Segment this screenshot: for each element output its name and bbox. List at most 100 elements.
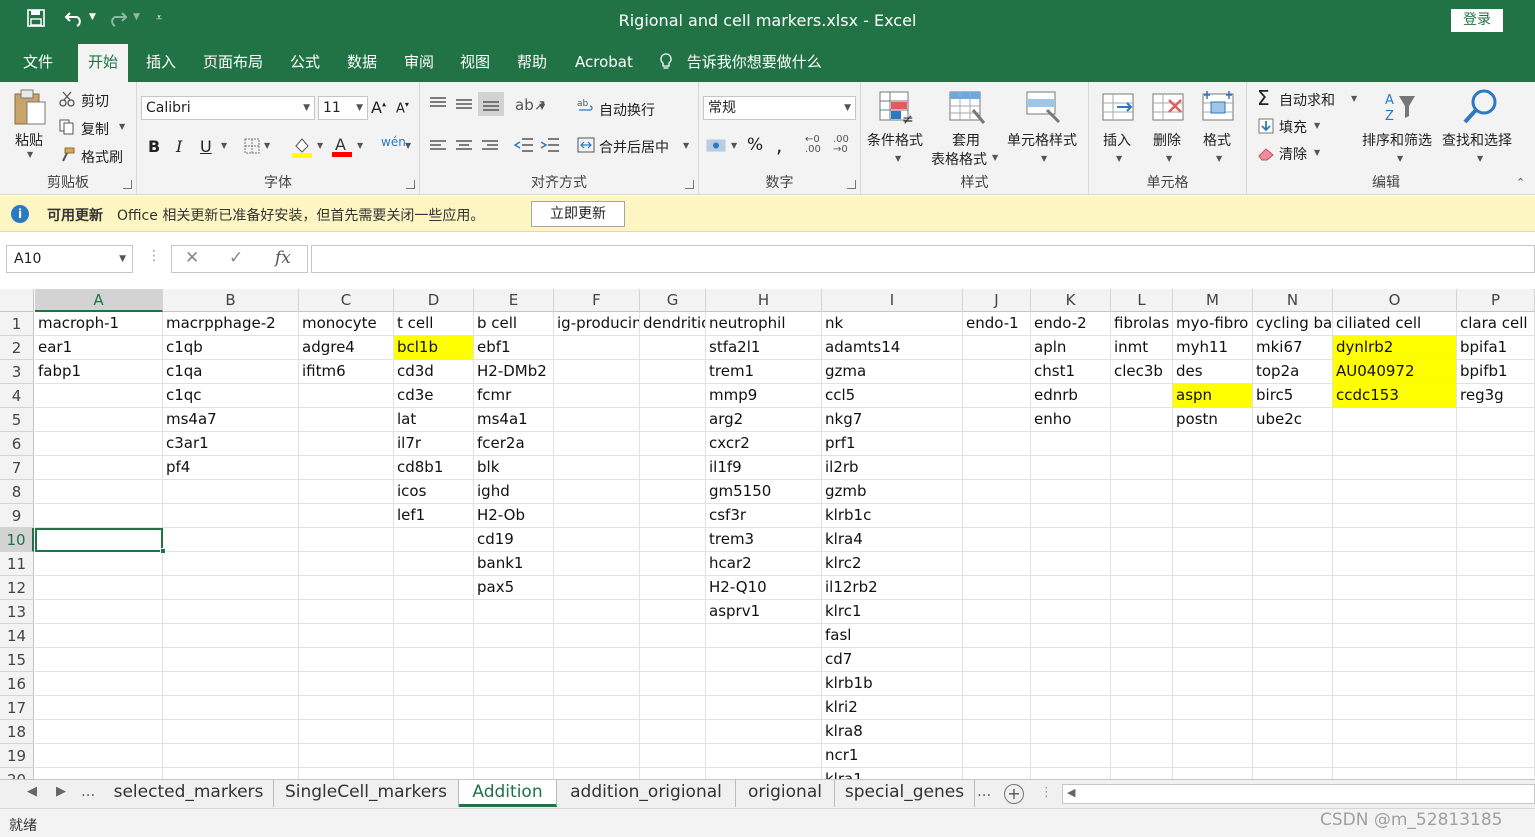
cell-l2[interactable]: inmt [1111, 336, 1173, 360]
cell-d10[interactable] [394, 528, 474, 552]
cell-b8[interactable] [163, 480, 299, 504]
cell-n8[interactable] [1253, 480, 1333, 504]
cell-n2[interactable]: mki67 [1253, 336, 1333, 360]
cell-d5[interactable]: lat [394, 408, 474, 432]
cell-a10[interactable] [35, 528, 163, 552]
cell-a9[interactable] [35, 504, 163, 528]
cell-f12[interactable] [554, 576, 640, 600]
cell-a3[interactable]: fabp1 [35, 360, 163, 384]
cell-a7[interactable] [35, 456, 163, 480]
cell-h3[interactable]: trem1 [706, 360, 822, 384]
column-header-p[interactable]: P [1457, 289, 1535, 312]
column-header-l[interactable]: L [1111, 289, 1173, 312]
row-header-7[interactable]: 7 [0, 456, 34, 480]
cell-j17[interactable] [963, 696, 1031, 720]
cell-p2[interactable]: bpifa1 [1457, 336, 1535, 360]
cell-n5[interactable]: ube2c [1253, 408, 1333, 432]
scroll-left-icon[interactable]: ◀ [1067, 786, 1075, 799]
cell-h12[interactable]: H2-Q10 [706, 576, 822, 600]
cell-d4[interactable]: cd3e [394, 384, 474, 408]
cell-p14[interactable] [1457, 624, 1535, 648]
row-header-3[interactable]: 3 [0, 360, 34, 384]
cell-k20[interactable] [1031, 768, 1111, 779]
cell-n9[interactable] [1253, 504, 1333, 528]
cell-h5[interactable]: arg2 [706, 408, 822, 432]
column-header-g[interactable]: G [640, 289, 706, 312]
cell-d12[interactable] [394, 576, 474, 600]
cell-g5[interactable] [640, 408, 706, 432]
cell-n1[interactable]: cycling bas [1253, 312, 1333, 336]
cell-i18[interactable]: klra8 [822, 720, 963, 744]
cell-k8[interactable] [1031, 480, 1111, 504]
row-header-8[interactable]: 8 [0, 480, 34, 504]
cell-a18[interactable] [35, 720, 163, 744]
cell-b18[interactable] [163, 720, 299, 744]
cell-b17[interactable] [163, 696, 299, 720]
cell-b3[interactable]: c1qa [163, 360, 299, 384]
cell-k11[interactable] [1031, 552, 1111, 576]
cell-g20[interactable] [640, 768, 706, 779]
sheet-tab-addition[interactable]: Addition [459, 780, 557, 807]
cell-m4[interactable]: aspn [1173, 384, 1253, 408]
cell-j9[interactable] [963, 504, 1031, 528]
cell-m11[interactable] [1173, 552, 1253, 576]
cell-m10[interactable] [1173, 528, 1253, 552]
row-header-5[interactable]: 5 [0, 408, 34, 432]
cell-a14[interactable] [35, 624, 163, 648]
cell-b14[interactable] [163, 624, 299, 648]
cell-b10[interactable] [163, 528, 299, 552]
cell-d16[interactable] [394, 672, 474, 696]
cell-j14[interactable] [963, 624, 1031, 648]
cell-j15[interactable] [963, 648, 1031, 672]
cell-a19[interactable] [35, 744, 163, 768]
cell-e19[interactable] [474, 744, 554, 768]
column-header-k[interactable]: K [1031, 289, 1111, 312]
cell-j16[interactable] [963, 672, 1031, 696]
cell-h20[interactable] [706, 768, 822, 779]
cell-j7[interactable] [963, 456, 1031, 480]
cell-a16[interactable] [35, 672, 163, 696]
cell-o5[interactable] [1333, 408, 1457, 432]
cell-i12[interactable]: il12rb2 [822, 576, 963, 600]
row-header-19[interactable]: 19 [0, 744, 34, 768]
cell-o16[interactable] [1333, 672, 1457, 696]
cell-i1[interactable]: nk [822, 312, 963, 336]
cell-n16[interactable] [1253, 672, 1333, 696]
cell-k5[interactable]: enho [1031, 408, 1111, 432]
cell-f5[interactable] [554, 408, 640, 432]
sheet-tab-selected-markers[interactable]: selected_markers [104, 780, 274, 807]
cell-l13[interactable] [1111, 600, 1173, 624]
cell-k12[interactable] [1031, 576, 1111, 600]
cell-b16[interactable] [163, 672, 299, 696]
cell-b4[interactable]: c1qc [163, 384, 299, 408]
cell-j11[interactable] [963, 552, 1031, 576]
cell-j19[interactable] [963, 744, 1031, 768]
cell-c8[interactable] [299, 480, 394, 504]
cell-i13[interactable]: klrc1 [822, 600, 963, 624]
sheet-tab-special-genes[interactable]: special_genes [835, 780, 975, 807]
cell-l17[interactable] [1111, 696, 1173, 720]
cell-e7[interactable]: blk [474, 456, 554, 480]
cell-e15[interactable] [474, 648, 554, 672]
horizontal-scrollbar[interactable]: ◀ [1062, 784, 1535, 804]
cell-l6[interactable] [1111, 432, 1173, 456]
cell-k4[interactable]: ednrb [1031, 384, 1111, 408]
cell-e5[interactable]: ms4a1 [474, 408, 554, 432]
cell-o12[interactable] [1333, 576, 1457, 600]
cell-j1[interactable]: endo-1 [963, 312, 1031, 336]
cell-h17[interactable] [706, 696, 822, 720]
cell-j4[interactable] [963, 384, 1031, 408]
cell-h15[interactable] [706, 648, 822, 672]
sheet-tab-addition-origional[interactable]: addition_origional [557, 780, 736, 807]
cell-p9[interactable] [1457, 504, 1535, 528]
cell-k16[interactable] [1031, 672, 1111, 696]
cell-c10[interactable] [299, 528, 394, 552]
cell-b11[interactable] [163, 552, 299, 576]
cell-h11[interactable]: hcar2 [706, 552, 822, 576]
cell-m9[interactable] [1173, 504, 1253, 528]
cell-h2[interactable]: stfa2l1 [706, 336, 822, 360]
column-header-a[interactable]: A [35, 289, 163, 312]
cell-n17[interactable] [1253, 696, 1333, 720]
cell-c18[interactable] [299, 720, 394, 744]
cell-n3[interactable]: top2a [1253, 360, 1333, 384]
